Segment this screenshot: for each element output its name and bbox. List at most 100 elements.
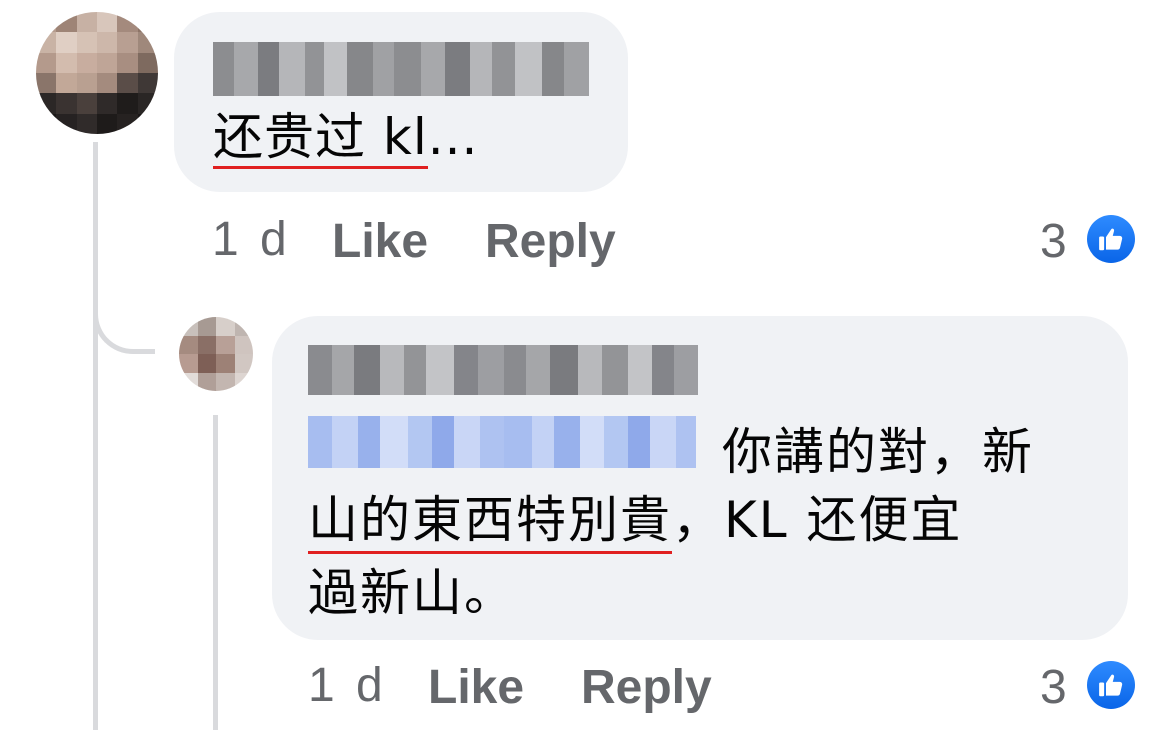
blur-pixel [197,372,216,391]
blur-pixel [197,317,216,336]
blur-pixel [36,52,57,73]
blur-pixel [56,12,77,33]
blur-pixel [578,345,602,395]
blur-pixel [56,113,77,134]
comment-timestamp[interactable]: 1 d [212,212,291,267]
blur-pixel [117,93,138,114]
blur-pixel [470,42,492,96]
blur-pixel [36,93,57,114]
blur-pixel [137,73,158,94]
blur-pixel [36,12,57,33]
blur-pixel [347,42,373,96]
blur-pixel [117,113,138,134]
reaction-count[interactable]: 3 [1040,214,1067,269]
blur-pixel [380,345,404,395]
blur-pixel [515,42,543,96]
blur-pixel [97,73,118,94]
blur-pixel [179,317,198,336]
blur-pixel [444,42,471,96]
blur-pixel [404,345,426,395]
reply-button[interactable]: Reply [581,660,712,715]
blur-pixel [308,416,332,468]
blur-pixel [56,52,77,73]
comment-text-line: 山的東西特別貴，KL 还便宜 [308,480,963,554]
thumbs-up-icon [1099,674,1123,697]
comment-text: 还贵过 kl... [213,104,478,170]
blur-pixel [117,52,138,73]
blur-pixel [234,354,253,373]
blur-pixel [117,73,138,94]
comment-text-line: 你講的對，新 [722,423,1034,481]
author-name-blurred[interactable] [308,345,718,395]
blur-pixel [137,32,158,53]
blur-pixel [56,73,77,94]
thumbs-up-icon [1099,228,1123,251]
blur-pixel [304,42,325,96]
mention-tag-blurred[interactable] [308,416,706,468]
thumbs-up-icon[interactable] [1087,215,1135,263]
blur-pixel [650,416,676,468]
blur-pixel [354,345,380,395]
avatar[interactable] [179,317,253,391]
blur-pixel [216,335,235,354]
blur-pixel [426,345,454,395]
like-button[interactable]: Like [428,660,524,715]
blur-pixel [628,416,650,468]
blur-pixel [76,73,97,94]
comment-text-line: 過新山。 [308,564,516,622]
like-button[interactable]: Like [332,214,428,269]
blur-pixel [179,372,198,391]
reply-thread-line [213,415,218,730]
blur-pixel [56,93,77,114]
blur-pixel [234,372,253,391]
thumbs-up-icon[interactable] [1087,661,1135,709]
comment-text-underlined: 山的東西特別貴 [308,491,672,554]
blur-pixel [137,52,158,73]
blur-pixel [76,113,97,134]
blur-pixel [504,345,526,395]
blur-pixel [97,32,118,53]
blur-pixel [97,93,118,114]
blur-pixel [137,12,158,33]
blur-pixel [324,42,348,96]
blur-pixel [117,12,138,33]
blur-pixel [580,416,604,468]
blur-pixel [137,113,158,134]
thread-branch-line [93,300,155,354]
blur-pixel [504,416,532,468]
blur-pixel [652,345,674,395]
blur-pixel [408,416,432,468]
comment-timestamp[interactable]: 1 d [308,658,387,713]
blur-pixel [36,113,57,134]
blur-pixel [554,416,580,468]
blur-pixel [257,42,280,96]
avatar[interactable] [36,12,158,134]
blur-pixel [563,42,589,96]
blur-pixel [526,345,550,395]
blur-pixel [36,73,57,94]
blur-pixel [179,335,198,354]
blur-pixel [602,345,628,395]
blur-pixel [234,335,253,354]
blur-pixel [197,335,216,354]
blur-pixel [36,32,57,53]
blur-pixel [179,354,198,373]
reaction-count[interactable]: 3 [1040,660,1067,715]
blur-pixel [454,345,478,395]
blur-pixel [432,416,454,468]
author-name-blurred[interactable] [213,42,589,96]
blur-pixel [394,42,422,96]
blur-pixel [76,32,97,53]
blur-pixel [213,42,235,96]
blur-pixel [308,345,332,395]
blur-pixel [542,42,564,96]
blur-pixel [76,93,97,114]
blur-pixel [97,12,118,33]
blur-pixel [358,416,380,468]
blur-pixel [234,317,253,336]
reply-button[interactable]: Reply [485,214,616,269]
blur-pixel [372,42,395,96]
blur-pixel [234,42,258,96]
comment-text-underlined: 还贵过 kl [213,108,428,169]
blur-pixel [421,42,445,96]
